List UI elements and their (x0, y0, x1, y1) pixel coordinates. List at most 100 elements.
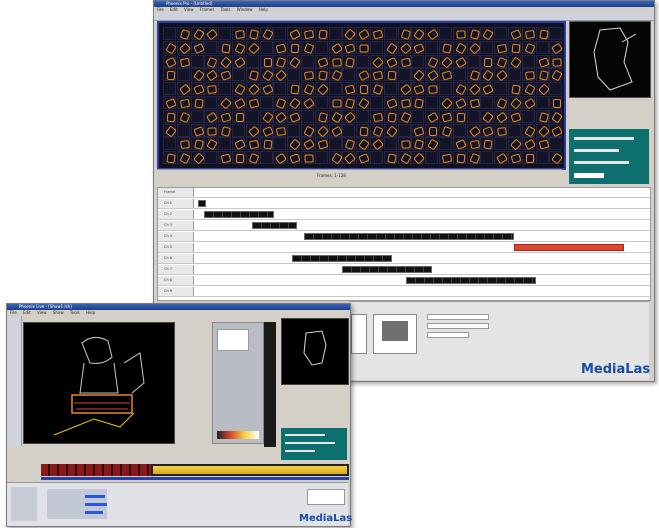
frame-cell[interactable] (287, 68, 301, 82)
frame-cell[interactable] (480, 109, 495, 124)
frame-cell[interactable] (466, 54, 480, 68)
frame-cell[interactable] (425, 123, 439, 137)
frame-cell[interactable] (466, 96, 480, 109)
left-toolbox[interactable] (7, 316, 22, 446)
frame-cell[interactable] (356, 123, 370, 137)
frame-cell[interactable] (218, 137, 232, 151)
frame-cell[interactable] (232, 40, 246, 55)
frame-cell[interactable] (328, 68, 343, 82)
frame-cell[interactable] (370, 123, 384, 137)
frame-cell[interactable] (356, 151, 370, 165)
frame-cell[interactable] (232, 96, 246, 110)
timeline-clip[interactable] (252, 222, 297, 229)
frame-cell[interactable] (204, 27, 219, 41)
frame-cell[interactable] (245, 137, 259, 151)
frame-cell[interactable] (190, 82, 205, 96)
front-menu-show[interactable]: Show (53, 310, 64, 315)
frame-cell[interactable] (494, 40, 508, 54)
frame-cell[interactable] (411, 40, 426, 54)
frame-cell[interactable] (370, 137, 385, 151)
menu-edit[interactable]: Edit (170, 7, 178, 12)
frame-cell[interactable] (425, 82, 439, 96)
menu-window[interactable]: Window (237, 7, 253, 12)
frame-cell[interactable] (287, 96, 302, 110)
frame-cell[interactable] (521, 109, 535, 123)
frame-cell[interactable] (452, 40, 467, 55)
properties-form[interactable] (427, 314, 507, 359)
frame-cell[interactable] (535, 109, 549, 123)
frame-cell[interactable] (397, 96, 411, 109)
frame-cell[interactable] (397, 151, 412, 165)
timeline-track[interactable]: Ch 2 (158, 210, 650, 220)
front-menu-tools[interactable]: Tools (70, 310, 80, 315)
frame-cell[interactable] (521, 68, 535, 82)
frame-cell[interactable] (521, 54, 535, 68)
frame-cell[interactable] (466, 68, 480, 82)
frame-cell[interactable] (259, 40, 273, 54)
frame-cell[interactable] (480, 151, 494, 165)
frame-cell[interactable] (356, 82, 370, 96)
frame-cell[interactable] (314, 40, 328, 54)
frame-cell[interactable] (273, 151, 288, 165)
frame-cell[interactable] (508, 82, 521, 96)
frame-cell[interactable] (439, 109, 453, 123)
frame-cell[interactable] (259, 137, 273, 151)
frame-cell[interactable] (301, 109, 314, 123)
frame-cell[interactable] (204, 68, 219, 82)
frame-cell[interactable] (535, 68, 549, 82)
frame-cell[interactable] (204, 123, 218, 137)
frame-cell[interactable] (452, 68, 466, 82)
timeline-clip[interactable] (406, 277, 536, 284)
frame-cell[interactable] (287, 123, 301, 137)
frame-cell[interactable] (273, 137, 287, 151)
frame-cell[interactable] (370, 96, 383, 109)
frame-cell[interactable] (273, 40, 287, 54)
timeline-clip[interactable] (292, 255, 392, 262)
frame-cell[interactable] (356, 27, 371, 41)
frame-cell[interactable] (204, 40, 218, 54)
frame-cell[interactable] (480, 123, 495, 137)
frame-cell[interactable] (480, 137, 494, 151)
menu-file[interactable]: File (157, 7, 164, 12)
frame-cell[interactable] (163, 123, 177, 138)
frame-cell[interactable] (328, 109, 343, 124)
frame-cell[interactable] (287, 137, 302, 151)
frame-cell[interactable] (494, 54, 508, 68)
frame-cell[interactable] (535, 40, 549, 54)
frame-cell[interactable] (356, 68, 371, 82)
timeline-track[interactable]: Ch 6 (158, 254, 650, 264)
frame-cell[interactable] (383, 27, 397, 40)
timeline-track[interactable]: Ch 5 (158, 243, 650, 253)
frame-cell[interactable] (204, 96, 218, 109)
frame-cell[interactable] (383, 40, 398, 55)
menu-view[interactable]: View (184, 7, 194, 12)
frame-cell[interactable] (370, 27, 384, 40)
frame-cell[interactable] (370, 151, 383, 165)
frame-cell[interactable] (521, 82, 536, 96)
frame-cell[interactable] (218, 82, 232, 96)
frame-cell[interactable] (273, 68, 288, 82)
frame-cell[interactable] (163, 137, 176, 151)
frame-cell[interactable] (425, 27, 440, 41)
frame-cell[interactable] (259, 54, 273, 68)
frame-cell[interactable] (301, 137, 315, 151)
frame-cell[interactable] (204, 109, 219, 124)
frame-cell[interactable] (397, 82, 412, 96)
front-timeline-strip[interactable] (41, 464, 349, 476)
color-panel[interactable] (212, 322, 264, 444)
frame-cell[interactable] (163, 68, 176, 82)
frame-cell[interactable] (163, 151, 176, 165)
frame-cell[interactable] (273, 96, 287, 110)
frame-cell[interactable] (218, 40, 232, 54)
timeline-track[interactable]: Ch 1 (158, 199, 650, 209)
frame-cell[interactable] (425, 96, 439, 109)
frame-cell[interactable] (397, 137, 411, 151)
frame-cell[interactable] (314, 96, 328, 109)
frame-cell[interactable] (287, 27, 302, 41)
frame-cell[interactable] (466, 123, 481, 138)
frame-cell[interactable] (535, 123, 550, 138)
frame-cell[interactable] (383, 123, 398, 138)
frame-cell[interactable] (328, 96, 342, 109)
frame-cell[interactable] (232, 137, 246, 151)
front-menu-file[interactable]: File (10, 310, 17, 315)
